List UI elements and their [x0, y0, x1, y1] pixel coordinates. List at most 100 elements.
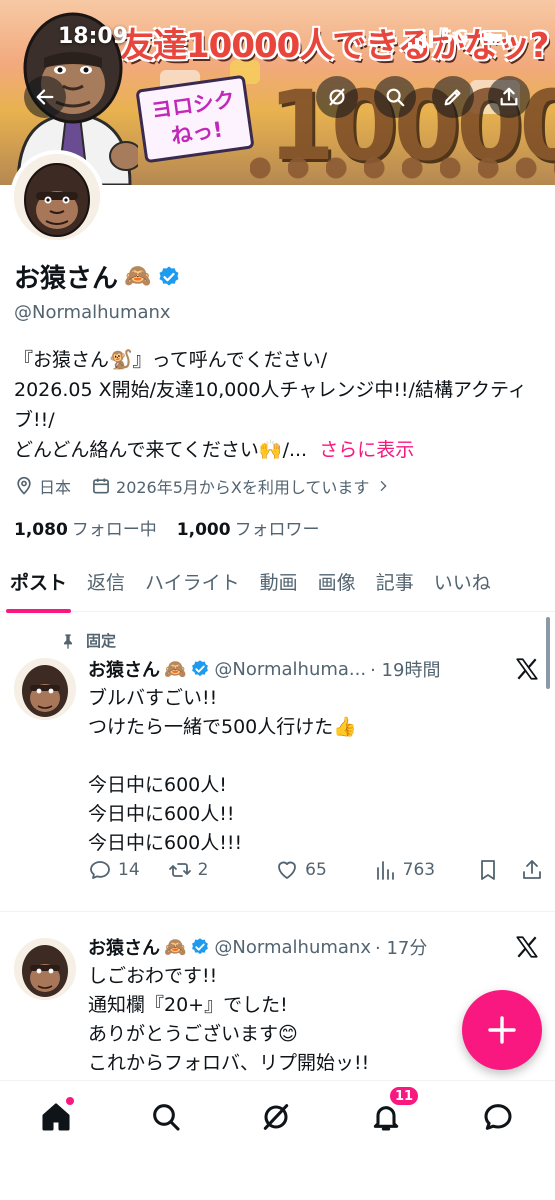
show-more-link[interactable]: さらに表示	[319, 439, 414, 461]
pin-icon	[64, 633, 72, 649]
followers-count: 1,000	[176, 520, 231, 540]
status-time: 18:09	[58, 24, 129, 49]
location: 日本	[14, 474, 71, 498]
verified-badge-icon	[192, 660, 209, 677]
post-divider	[0, 911, 555, 912]
profile-bio: 『お猿さん🐒』って呼んでください/ 2026.05 X開始/友達10,000人チ…	[14, 345, 544, 465]
post-time: · 19時間	[370, 660, 441, 681]
post-time: · 17分	[375, 938, 428, 959]
post-author-name[interactable]: お猿さん	[88, 656, 160, 682]
back-button[interactable]	[24, 76, 66, 118]
profile-avatar[interactable]	[10, 150, 104, 244]
views-button[interactable]: 763	[373, 858, 477, 882]
following-label: フォロー中	[71, 520, 157, 540]
network-type: 5G	[440, 26, 469, 48]
follow-stats: 1,080 フォロー中 1,000 フォロワー	[14, 515, 320, 540]
post-author-emoji: 🙈	[164, 658, 187, 680]
nav-notifications[interactable]: 11	[366, 1085, 421, 1137]
post-header: お猿さん 🙈 @Normalhumanx · 17分	[88, 934, 427, 960]
profile-name-emoji: 🙈	[124, 264, 152, 289]
post-author-emoji: 🙈	[164, 936, 187, 958]
post-author-name[interactable]: お猿さん	[88, 934, 160, 960]
post-avatar[interactable]	[14, 938, 76, 1000]
bio-line-last: どんどん絡んで来てください🙌/... さらに表示	[14, 435, 544, 465]
tab-videos[interactable]: 動画	[250, 554, 308, 612]
following-link[interactable]: 1,080 フォロー中	[14, 515, 157, 540]
heart-icon	[278, 861, 297, 879]
bio-line: どんどん絡んで来てください🙌/...	[14, 439, 308, 461]
following-count: 1,080	[14, 520, 68, 540]
join-date-text: 2026年5月からXを利用しています	[116, 478, 370, 497]
gorilla-avatar-image	[14, 154, 100, 240]
bookmark-icon	[481, 860, 496, 880]
post-author-handle: @Normalhumanx	[214, 936, 371, 958]
x-logo-icon[interactable]	[514, 934, 540, 960]
tab-images[interactable]: 画像	[308, 554, 366, 612]
grok-button[interactable]	[316, 76, 358, 118]
banner-sign: ヨロシク ねっ!	[135, 74, 255, 164]
profile-meta: 日本 2026年5月からXを利用しています	[14, 474, 416, 498]
search-button[interactable]	[374, 76, 416, 118]
edit-profile-button[interactable]	[432, 76, 474, 118]
scrollbar[interactable]	[546, 617, 550, 689]
bio-line: 『お猿さん🐒』って呼んでください/	[14, 349, 328, 371]
post-share-button[interactable]	[520, 858, 544, 882]
profile-handle: @Normalhumanx	[14, 302, 171, 323]
share-icon	[523, 860, 541, 879]
pinned-label: 固定	[86, 632, 117, 650]
repost-button[interactable]: 2	[168, 858, 276, 882]
like-count: 65	[305, 860, 327, 880]
location-pin-icon	[17, 476, 31, 495]
bookmark-button[interactable]	[476, 858, 520, 882]
battery-icon	[480, 30, 511, 45]
home-icon	[42, 1103, 70, 1131]
nav-search[interactable]	[146, 1097, 186, 1137]
signal-icon	[408, 28, 434, 48]
x-logo-icon[interactable]	[514, 656, 540, 682]
join-date[interactable]: 2026年5月からXを利用しています	[91, 474, 396, 498]
followers-label: フォロワー	[234, 520, 320, 540]
tab-likes[interactable]: いいね	[424, 554, 501, 612]
banner-monkey-crowd	[250, 150, 555, 185]
tab-articles[interactable]: 記事	[366, 554, 424, 612]
chevron-right-icon	[380, 480, 388, 492]
reply-button[interactable]: 14	[88, 858, 168, 882]
views-chart-icon	[376, 861, 394, 880]
post-author-handle: @Normalhuma...	[214, 658, 367, 680]
post-actions: 14 2 65 763	[88, 858, 544, 882]
reply-icon	[90, 861, 110, 879]
share-icon	[500, 87, 518, 106]
post-text[interactable]: ブルバすごい!! つけたら一緒で500人行けた👍 今日中に600人! 今日中に6…	[88, 684, 528, 858]
verified-badge-icon[interactable]	[157, 265, 181, 289]
tab-highlights[interactable]: ハイライト	[135, 554, 250, 612]
nav-messages[interactable]	[478, 1097, 518, 1137]
share-button[interactable]	[488, 76, 530, 118]
search-icon	[386, 88, 405, 107]
bottom-navigation: 11	[0, 1080, 555, 1200]
calendar-icon	[93, 478, 109, 494]
search-icon	[153, 1104, 180, 1131]
location-text: 日本	[39, 478, 72, 497]
home-unread-dot	[66, 1097, 74, 1105]
post-avatar[interactable]	[14, 658, 76, 720]
nav-home[interactable]	[36, 1097, 76, 1137]
gorilla-avatar-image	[14, 938, 76, 1000]
grok-icon	[329, 88, 345, 106]
profile-name-row: お猿さん 🙈	[14, 258, 181, 295]
reply-count: 14	[118, 860, 140, 880]
followers-link[interactable]: 1,000 フォロワー	[177, 515, 320, 540]
compose-post-button[interactable]	[462, 990, 542, 1070]
plus-icon	[488, 1016, 516, 1044]
message-icon	[484, 1104, 512, 1130]
gorilla-avatar-image	[14, 658, 76, 720]
profile-tabs: ポスト 返信 ハイライト 動画 画像 記事 いいね	[0, 554, 555, 613]
tab-posts[interactable]: ポスト	[0, 554, 77, 613]
tab-replies[interactable]: 返信	[77, 554, 135, 612]
like-button[interactable]: 65	[275, 858, 373, 882]
edit-icon	[444, 89, 461, 106]
repost-icon	[168, 863, 191, 877]
verified-badge-icon	[192, 938, 209, 955]
repost-count: 2	[197, 860, 209, 880]
nav-grok[interactable]	[256, 1097, 296, 1137]
profile-name: お猿さん	[14, 264, 119, 294]
